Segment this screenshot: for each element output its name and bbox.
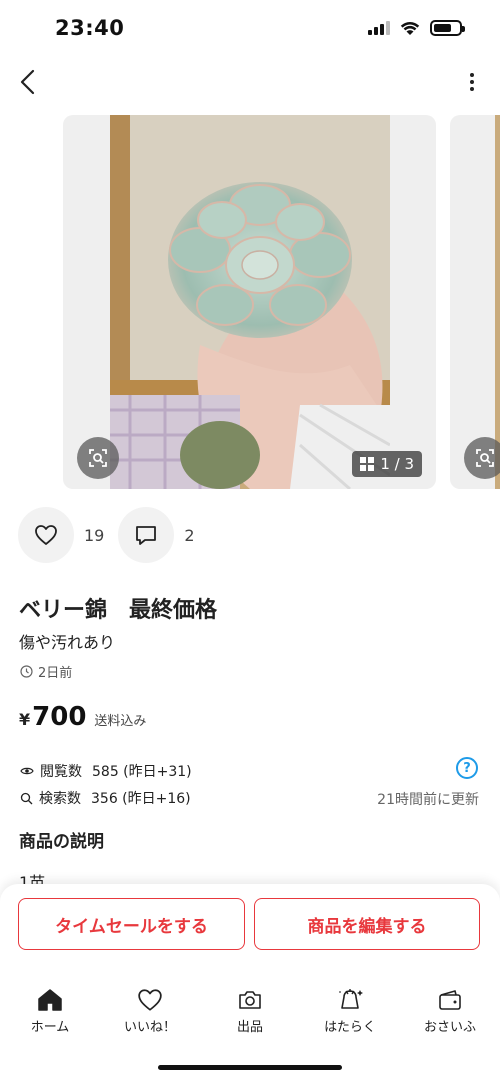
social-row: 19 2 <box>18 507 209 563</box>
views-value: 585 (昨日+31) <box>92 764 192 780</box>
search-label: 検索数 <box>39 791 81 807</box>
shipping-label: 送料込み <box>94 714 147 729</box>
search-stat: 検索数 356 (昨日+16) <box>20 788 191 808</box>
views-label: 閲覧数 <box>40 764 82 780</box>
tab-likes[interactable]: いいね！ <box>100 984 200 1040</box>
item-title: ベリー錦 最終価格 <box>19 598 218 623</box>
tab-wallet-label: おさいふ <box>423 1020 476 1035</box>
battery-icon <box>430 20 465 36</box>
cellular-signal-icon <box>368 21 390 35</box>
views-stat: 閲覧数 585 (昨日+31) <box>20 761 192 781</box>
tab-likes-label: いいね！ <box>123 1020 176 1035</box>
comment-button[interactable] <box>118 507 175 563</box>
like-count: 19 <box>84 525 105 545</box>
back-button[interactable] <box>12 66 44 98</box>
tab-bar: ホーム いいね！ 出品 はたらく おさいふ <box>0 984 500 1040</box>
grid-icon <box>360 457 375 471</box>
tab-work-label: はたらく <box>324 1020 376 1035</box>
wifi-icon <box>400 21 420 35</box>
eye-icon <box>20 767 34 775</box>
product-photo <box>110 115 390 489</box>
time-sale-button[interactable]: タイムセールをする <box>18 898 245 950</box>
status-icons <box>368 20 465 36</box>
camera-icon <box>239 991 261 1009</box>
status-bar: 23:40 <box>0 0 500 60</box>
image-search-button[interactable] <box>77 437 119 479</box>
tab-sell[interactable]: 出品 <box>200 984 300 1040</box>
item-price: 700 <box>32 702 87 732</box>
currency-symbol: ¥ <box>19 710 31 729</box>
image-search-icon <box>476 449 494 467</box>
work-icon <box>339 989 363 1009</box>
image-search-button-next[interactable] <box>464 437 500 479</box>
like-button[interactable] <box>18 507 74 563</box>
tab-work[interactable]: はたらく <box>300 984 400 1040</box>
comment-count: 2 <box>184 525 195 545</box>
tab-wallet[interactable]: おさいふ <box>400 984 500 1040</box>
heart-icon <box>35 525 57 545</box>
search-icon <box>20 792 33 804</box>
home-icon <box>38 989 62 1011</box>
wallet-icon <box>439 990 461 1010</box>
image-counter-badge: 1 / 3 <box>352 451 422 477</box>
carousel-slide-current[interactable]: 1 / 3 <box>63 115 436 489</box>
image-counter-text: 1 / 3 <box>380 455 414 473</box>
more-options-button[interactable] <box>462 68 482 96</box>
clock-icon <box>20 665 33 678</box>
price-row: ¥ 700 送料込み <box>19 702 146 732</box>
posted-time: 2日前 <box>20 662 72 681</box>
comment-icon <box>136 526 157 545</box>
search-value: 356 (昨日+16) <box>91 791 191 807</box>
updated-time: 21時間前に更新 <box>377 792 479 808</box>
home-indicator <box>158 1065 342 1070</box>
tab-home-label: ホーム <box>30 1020 70 1035</box>
item-condition: 傷や汚れあり <box>19 633 116 652</box>
image-carousel[interactable]: 1 / 3 <box>0 115 500 489</box>
help-button[interactable]: ? <box>456 757 478 779</box>
description-heading: 商品の説明 <box>19 832 104 852</box>
bottom-action-sheet: タイムセールをする 商品を編集する ホーム いいね！ 出品 はたらく おさいふ <box>0 884 500 1080</box>
chevron-left-icon <box>20 69 35 95</box>
image-search-icon <box>89 449 107 467</box>
nav-header <box>0 60 500 104</box>
tab-sell-label: 出品 <box>236 1020 263 1035</box>
heart-icon <box>138 989 162 1011</box>
posted-time-text: 2日前 <box>38 666 73 681</box>
edit-item-button[interactable]: 商品を編集する <box>254 898 480 950</box>
carousel-slide-next[interactable] <box>450 115 500 489</box>
status-time: 23:40 <box>55 16 125 40</box>
tab-home[interactable]: ホーム <box>0 984 100 1040</box>
